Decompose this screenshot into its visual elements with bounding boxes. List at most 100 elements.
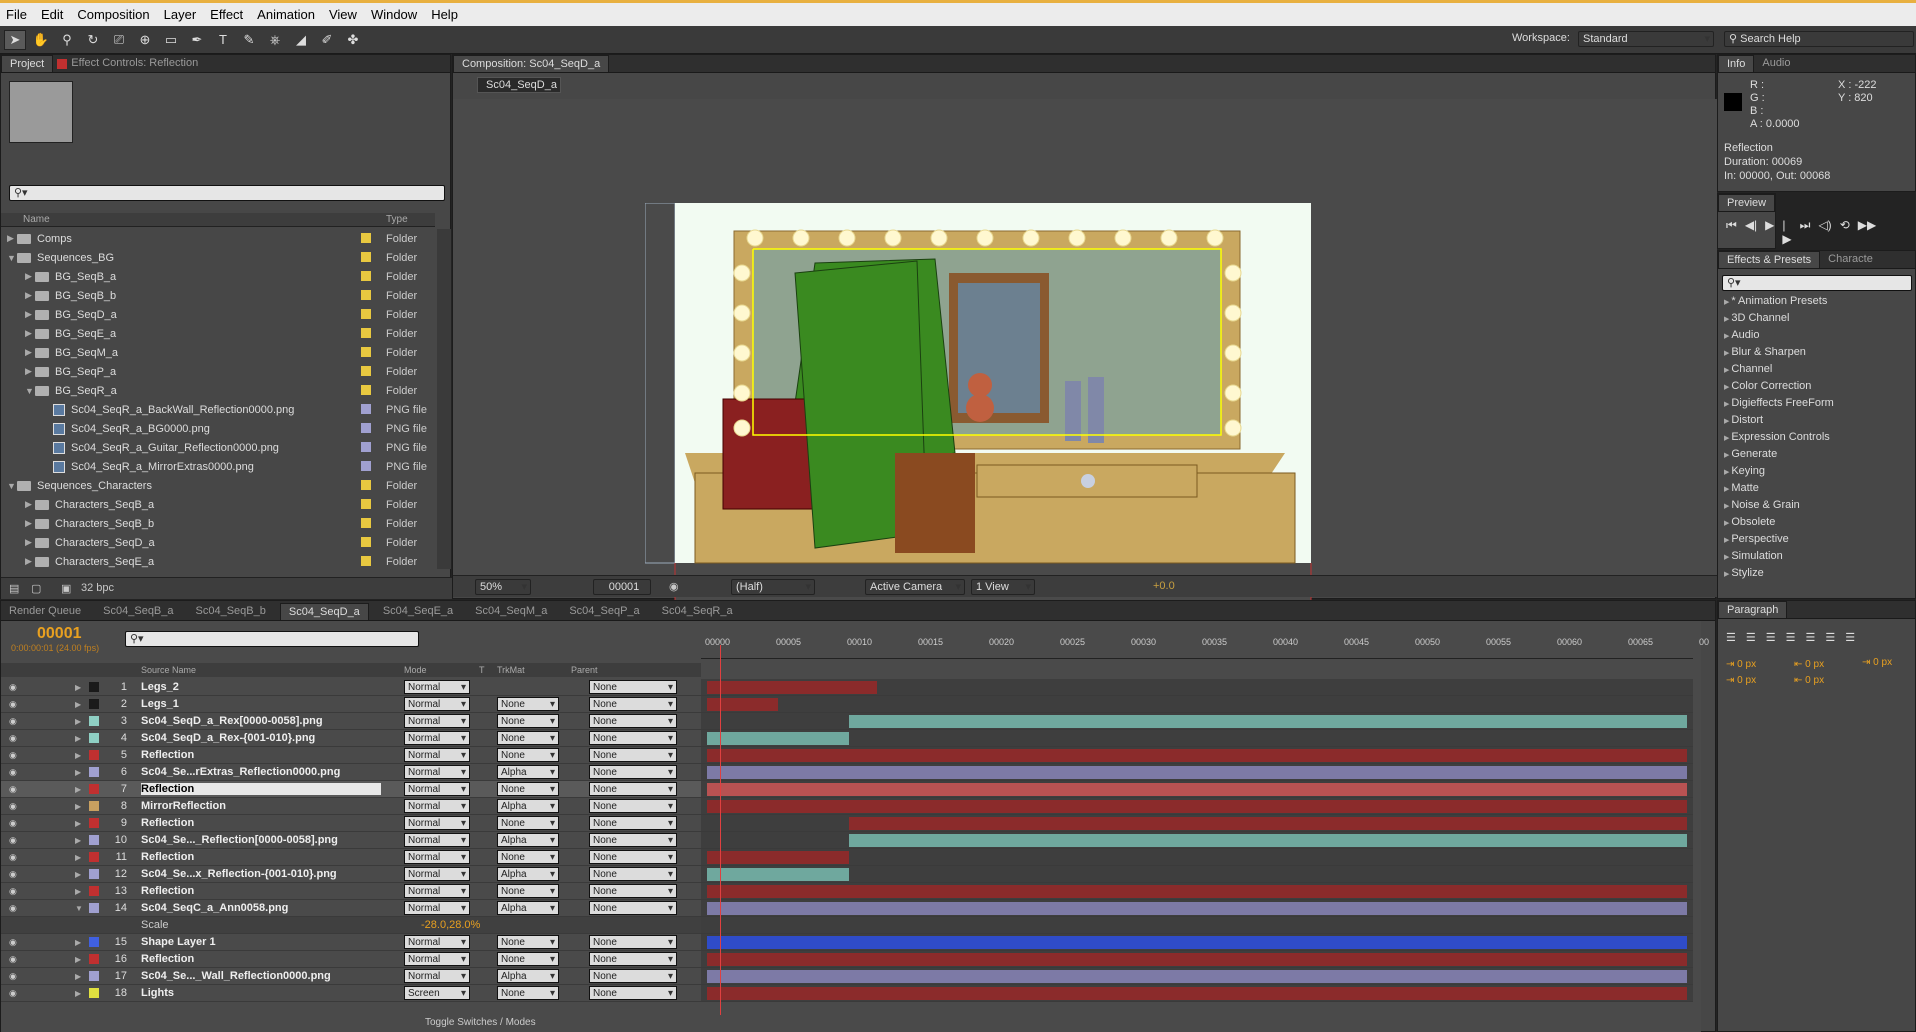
effect-category[interactable]: 3D Channel [1718,312,1902,329]
layer-property-row[interactable]: Scale -28.0,28.0% [1,917,701,934]
tab-paragraph[interactable]: Paragraph [1718,601,1788,618]
layer-duration-bar[interactable] [707,969,1687,983]
tab-composition[interactable]: Composition: Sc04_SeqD_a [453,55,610,72]
effect-category[interactable]: Noise & Grain [1718,499,1902,516]
tab-effect-controls[interactable]: Effect Controls: Reflection [53,55,206,72]
indent-left-field[interactable]: 0 px [1737,659,1756,670]
visibility-eye-icon[interactable]: ◉ [9,835,17,846]
blend-mode-select[interactable]: Normal [404,884,470,898]
parent-select[interactable]: None [589,748,677,762]
pan-behind-tool-icon[interactable]: ⊕ [134,30,156,50]
visibility-eye-icon[interactable]: ◉ [9,988,17,999]
timeline-tab[interactable]: Sc04_SeqP_a [561,603,647,620]
layer-twirl-icon[interactable]: ▶ [75,870,81,879]
layer-duration-bar[interactable] [849,714,1687,728]
label-color-icon[interactable] [89,835,99,845]
label-color-icon[interactable] [361,233,371,243]
layer-row[interactable]: ◉ ▶ 9 Reflection Normal None None [1,815,701,832]
visibility-eye-icon[interactable]: ◉ [9,886,17,897]
layer-row[interactable]: ◉ ▶ 5 Reflection Normal None None [1,747,701,764]
parent-select[interactable]: None [589,816,677,830]
trkmat-select[interactable]: None [497,714,559,728]
project-item[interactable]: ▶ BG_SeqB_b Folder [1,286,435,305]
parent-select[interactable]: None [589,952,677,966]
align-right-icon[interactable]: ☰ [1766,631,1776,644]
justify-all-icon[interactable]: ☰ [1845,631,1855,644]
layer-name[interactable]: Reflection [141,783,381,795]
label-color-icon[interactable] [361,271,371,281]
trkmat-select[interactable]: Alpha [497,969,559,983]
col-source-name[interactable]: Source Name [141,665,196,675]
project-item[interactable]: Sc04_SeqR_a_MirrorExtras0000.png PNG file [1,457,435,476]
next-frame-icon[interactable]: |▶ [1782,218,1791,246]
visibility-eye-icon[interactable]: ◉ [9,937,17,948]
visibility-eye-icon[interactable]: ◉ [9,784,17,795]
layer-twirl-icon[interactable]: ▶ [75,802,81,811]
layer-twirl-icon[interactable]: ▼ [75,904,83,913]
effects-search-input[interactable]: ⚲▾ [1722,275,1912,291]
views-select[interactable]: 1 View [971,579,1035,595]
new-comp-icon[interactable]: ▣ [61,582,71,595]
label-color-icon[interactable] [89,699,99,709]
layer-twirl-icon[interactable]: ▶ [75,836,81,845]
disclosure-triangle-icon[interactable]: ▶ [25,328,35,339]
puppet-tool-icon[interactable]: ✤ [342,30,364,50]
label-color-icon[interactable] [89,682,99,692]
parent-select[interactable]: None [589,867,677,881]
trkmat-select[interactable]: None [497,816,559,830]
layer-name[interactable]: Reflection [141,851,194,863]
snapshot-icon[interactable]: ◉ [669,580,679,593]
effect-category[interactable]: Distort [1718,414,1902,431]
layer-row[interactable]: ◉ ▶ 1 Legs_2 Normal None [1,679,701,696]
col-trkmat[interactable]: TrkMat [497,665,525,675]
space-after-field[interactable]: 0 px [1805,675,1824,686]
label-color-icon[interactable] [89,971,99,981]
layer-name[interactable]: Sc04_SeqD_a_Rex[0000-0058].png [141,715,323,727]
label-color-icon[interactable] [89,750,99,760]
timeline-tab[interactable]: Sc04_SeqR_a [654,603,741,620]
tab-info[interactable]: Info [1718,55,1755,72]
loop-icon[interactable]: ⟲ [1840,218,1850,246]
disclosure-triangle-icon[interactable]: ▶ [25,271,35,282]
disclosure-triangle-icon[interactable]: ▶ [25,518,35,529]
parent-select[interactable]: None [589,833,677,847]
layer-name[interactable]: Reflection [141,817,194,829]
prev-frame-icon[interactable]: ◀| [1745,218,1757,246]
layer-row[interactable]: ◉ ▶ 13 Reflection Normal None None [1,883,701,900]
disclosure-triangle-icon[interactable]: ▶ [7,233,17,244]
parent-select[interactable]: None [589,799,677,813]
timeline-tab[interactable]: Sc04_SeqM_a [467,603,555,620]
visibility-eye-icon[interactable]: ◉ [9,801,17,812]
layer-twirl-icon[interactable]: ▶ [75,768,81,777]
blend-mode-select[interactable]: Normal [404,867,470,881]
first-line-indent-field[interactable]: 0 px [1873,657,1892,668]
effect-category[interactable]: Channel [1718,363,1902,380]
effect-category[interactable]: Generate [1718,448,1902,465]
disclosure-triangle-icon[interactable]: ▶ [25,347,35,358]
camera-tool-icon[interactable]: ⎚ [108,30,130,50]
layer-name[interactable]: Reflection [141,749,194,761]
layer-twirl-icon[interactable]: ▶ [75,700,81,709]
layer-name[interactable]: Reflection [141,885,194,897]
layer-duration-bar[interactable] [707,952,1687,966]
blend-mode-select[interactable]: Normal [404,969,470,983]
blend-mode-select[interactable]: Normal [404,799,470,813]
label-color-icon[interactable] [89,886,99,896]
project-scrollbar[interactable] [437,229,451,569]
project-item[interactable]: ▶ BG_SeqM_a Folder [1,343,435,362]
visibility-eye-icon[interactable]: ◉ [9,954,17,965]
layer-duration-bar[interactable] [707,731,849,745]
trkmat-select[interactable]: Alpha [497,799,559,813]
comp-breadcrumb[interactable]: Sc04_SeqD_a [477,77,561,93]
label-color-icon[interactable] [89,767,99,777]
trkmat-select[interactable]: Alpha [497,867,559,881]
justify-center-icon[interactable]: ☰ [1806,631,1816,644]
visibility-eye-icon[interactable]: ◉ [9,750,17,761]
indent-right-field[interactable]: 0 px [1805,659,1824,670]
project-item[interactable]: ▼ Sequences_BG Folder [1,248,435,267]
bpc-label[interactable]: 32 bpc [81,582,114,594]
effect-category[interactable]: * Animation Presets [1718,295,1902,312]
trkmat-select[interactable]: None [497,952,559,966]
layer-twirl-icon[interactable]: ▶ [75,819,81,828]
blend-mode-select[interactable]: Normal [404,680,470,694]
